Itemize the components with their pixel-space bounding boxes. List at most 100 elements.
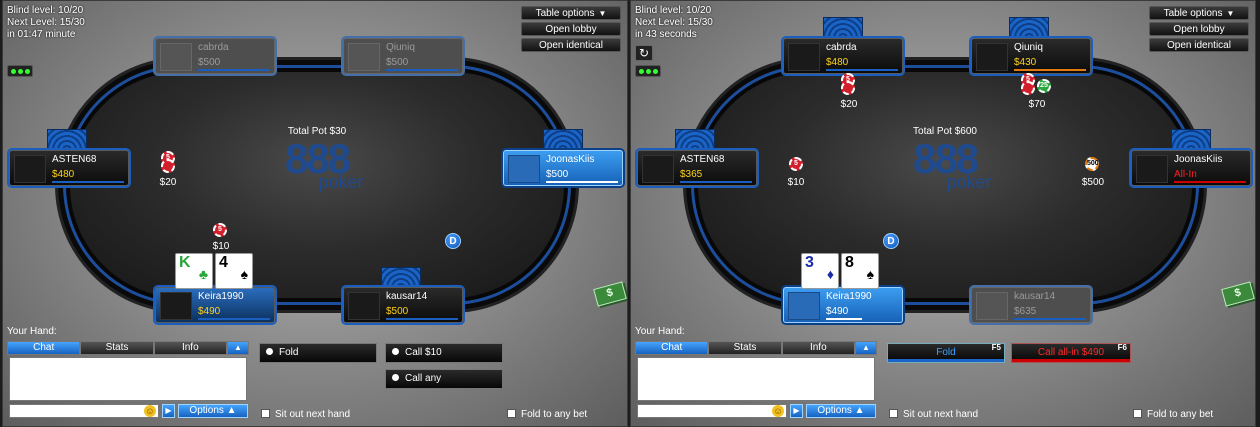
chat-input[interactable]: [637, 404, 787, 418]
seat-kausar14[interactable]: kausar14 $635: [971, 287, 1091, 323]
tab-chat[interactable]: Chat: [7, 341, 81, 355]
chip-icon: [161, 159, 175, 173]
player-stack: $500: [386, 306, 409, 317]
timer-bar: [386, 318, 458, 320]
blind-info: Blind level: 10/20 Next Level: 15/30 in …: [7, 5, 85, 41]
seat-qiuniq[interactable]: Qiuniq $500: [343, 38, 463, 74]
tab-stats[interactable]: Stats: [708, 341, 782, 355]
open-lobby-button[interactable]: Open lobby: [1149, 22, 1249, 36]
player-name: cabrda: [826, 42, 857, 53]
seat-cabrda[interactable]: cabrda $480: [783, 38, 903, 74]
sit-out-checkbox[interactable]: Sit out next hand: [261, 408, 351, 420]
sit-out-label: Sit out next hand: [275, 409, 351, 420]
seat-tile-icon: [1171, 129, 1211, 151]
seat-cabrda[interactable]: cabrda $500: [155, 38, 275, 74]
cashier-money-icon[interactable]: [593, 281, 627, 307]
fold-to-any-checkbox[interactable]: Fold to any bet: [507, 408, 588, 420]
fold-button[interactable]: Fold: [259, 343, 377, 363]
seat-kausar14[interactable]: kausar14 $500: [343, 287, 463, 323]
fold-to-any-label: Fold to any bet: [521, 409, 588, 420]
888-poker-logo: 888 poker: [913, 138, 992, 199]
card-rank: 4: [219, 254, 228, 271]
card-rank: 3: [805, 254, 814, 271]
next-level: Next Level: 15/30: [7, 17, 85, 28]
emoji-icon[interactable]: ☺: [144, 405, 156, 417]
connection-indicator-icon: [7, 65, 33, 77]
card-rank: 8: [845, 254, 854, 271]
caret-down-icon: ▼: [598, 9, 607, 18]
player-stack: $480: [826, 57, 849, 68]
hole-card-1: K ♣: [175, 253, 213, 289]
tab-info[interactable]: Info: [153, 341, 227, 355]
hole-card-2: 8 ♠: [841, 253, 879, 289]
player-stack: $490: [198, 306, 221, 317]
fold-to-any-checkbox[interactable]: Fold to any bet: [1133, 408, 1213, 420]
collapse-arrow-icon[interactable]: ▲: [226, 341, 249, 355]
tab-stats[interactable]: Stats: [80, 341, 154, 355]
radio-icon: [392, 373, 399, 381]
chip-icon: 5: [789, 157, 803, 171]
seat-tile-icon: [47, 129, 87, 151]
table-options-label: Table options: [1163, 8, 1223, 19]
open-lobby-button[interactable]: Open lobby: [521, 22, 621, 36]
caret-up-icon: ▲: [226, 405, 237, 416]
collapse-arrow-icon[interactable]: ▲: [854, 341, 877, 355]
call-all-in-button[interactable]: Call all-in $490 F6: [1011, 343, 1131, 363]
total-pot: Total Pot $30: [287, 126, 347, 137]
888-poker-logo: 888 poker: [285, 138, 364, 199]
your-hand-label: Your Hand:: [635, 326, 685, 337]
seat-asten68[interactable]: ASTEN68 $480: [9, 150, 129, 186]
seat-keira1990[interactable]: Keira1990 $490: [783, 287, 903, 323]
open-identical-button[interactable]: Open identical: [1149, 38, 1249, 52]
table-felt: Total Pot $30 888 poker: [70, 72, 564, 298]
seat-keira1990[interactable]: Keira1990 $490: [155, 287, 275, 323]
seat-asten68[interactable]: ASTEN68 $365: [637, 150, 757, 186]
top-buttons: Table options ▼ Open lobby Open identical: [521, 6, 621, 54]
bet-amount: $500: [1081, 177, 1105, 188]
table-felt: Total Pot $600 888 poker: [698, 72, 1192, 298]
timer-bar: [52, 181, 124, 183]
tab-info[interactable]: Info: [781, 341, 855, 355]
chat-log: [9, 357, 247, 401]
poker-table-window-right: Blind level: 10/20 Next Level: 15/30 in …: [630, 0, 1256, 427]
cashier-money-icon[interactable]: [1221, 281, 1255, 307]
total-pot: Total Pot $600: [913, 126, 977, 137]
dealer-button: D: [445, 233, 461, 249]
radio-icon: [392, 347, 399, 355]
bet-amount: $20: [159, 177, 177, 188]
seat-qiuniq[interactable]: Qiuniq $430: [971, 38, 1091, 74]
refresh-icon[interactable]: ↻: [635, 45, 653, 61]
emoji-icon[interactable]: ☺: [772, 405, 784, 417]
fold-button[interactable]: Fold F5: [887, 343, 1005, 363]
avatar: [14, 155, 46, 183]
send-arrow-icon[interactable]: ▶: [162, 404, 175, 418]
send-arrow-icon[interactable]: ▶: [790, 404, 803, 418]
call-any-button[interactable]: Call any: [385, 369, 503, 389]
call-button[interactable]: Call $10: [385, 343, 503, 363]
call-all-in-label: Call all-in $490: [1037, 347, 1105, 358]
table-options-button[interactable]: Table options ▼: [1149, 6, 1249, 20]
chat-input[interactable]: [9, 404, 159, 418]
options-label: Options: [817, 405, 852, 416]
player-name: JoonasKiis: [1174, 154, 1223, 165]
timer-bar: [1174, 181, 1246, 183]
table-options-button[interactable]: Table options ▼: [521, 6, 621, 20]
avatar: [976, 43, 1008, 71]
seat-joonaskiis[interactable]: JoonasKiis All-In: [1131, 150, 1251, 186]
options-button[interactable]: Options ▲: [806, 404, 876, 418]
player-name: ASTEN68: [680, 154, 725, 165]
your-hand-label: Your Hand:: [7, 326, 57, 337]
hotkey-label: F6: [1117, 343, 1127, 352]
chip-icon: [1021, 81, 1035, 95]
open-identical-button[interactable]: Open identical: [521, 38, 621, 52]
avatar: [1136, 155, 1168, 183]
timer-bar: [826, 318, 862, 320]
radio-icon: [266, 347, 273, 355]
options-button[interactable]: Options ▲: [178, 404, 248, 418]
sit-out-checkbox[interactable]: Sit out next hand: [889, 408, 978, 420]
poker-table-window-left: Blind level: 10/20 Next Level: 15/30 in …: [2, 0, 628, 427]
seat-joonaskiis[interactable]: JoonasKiis $500: [503, 150, 623, 186]
timer-bar: [826, 69, 898, 71]
avatar: [642, 155, 674, 183]
tab-chat[interactable]: Chat: [635, 341, 709, 355]
